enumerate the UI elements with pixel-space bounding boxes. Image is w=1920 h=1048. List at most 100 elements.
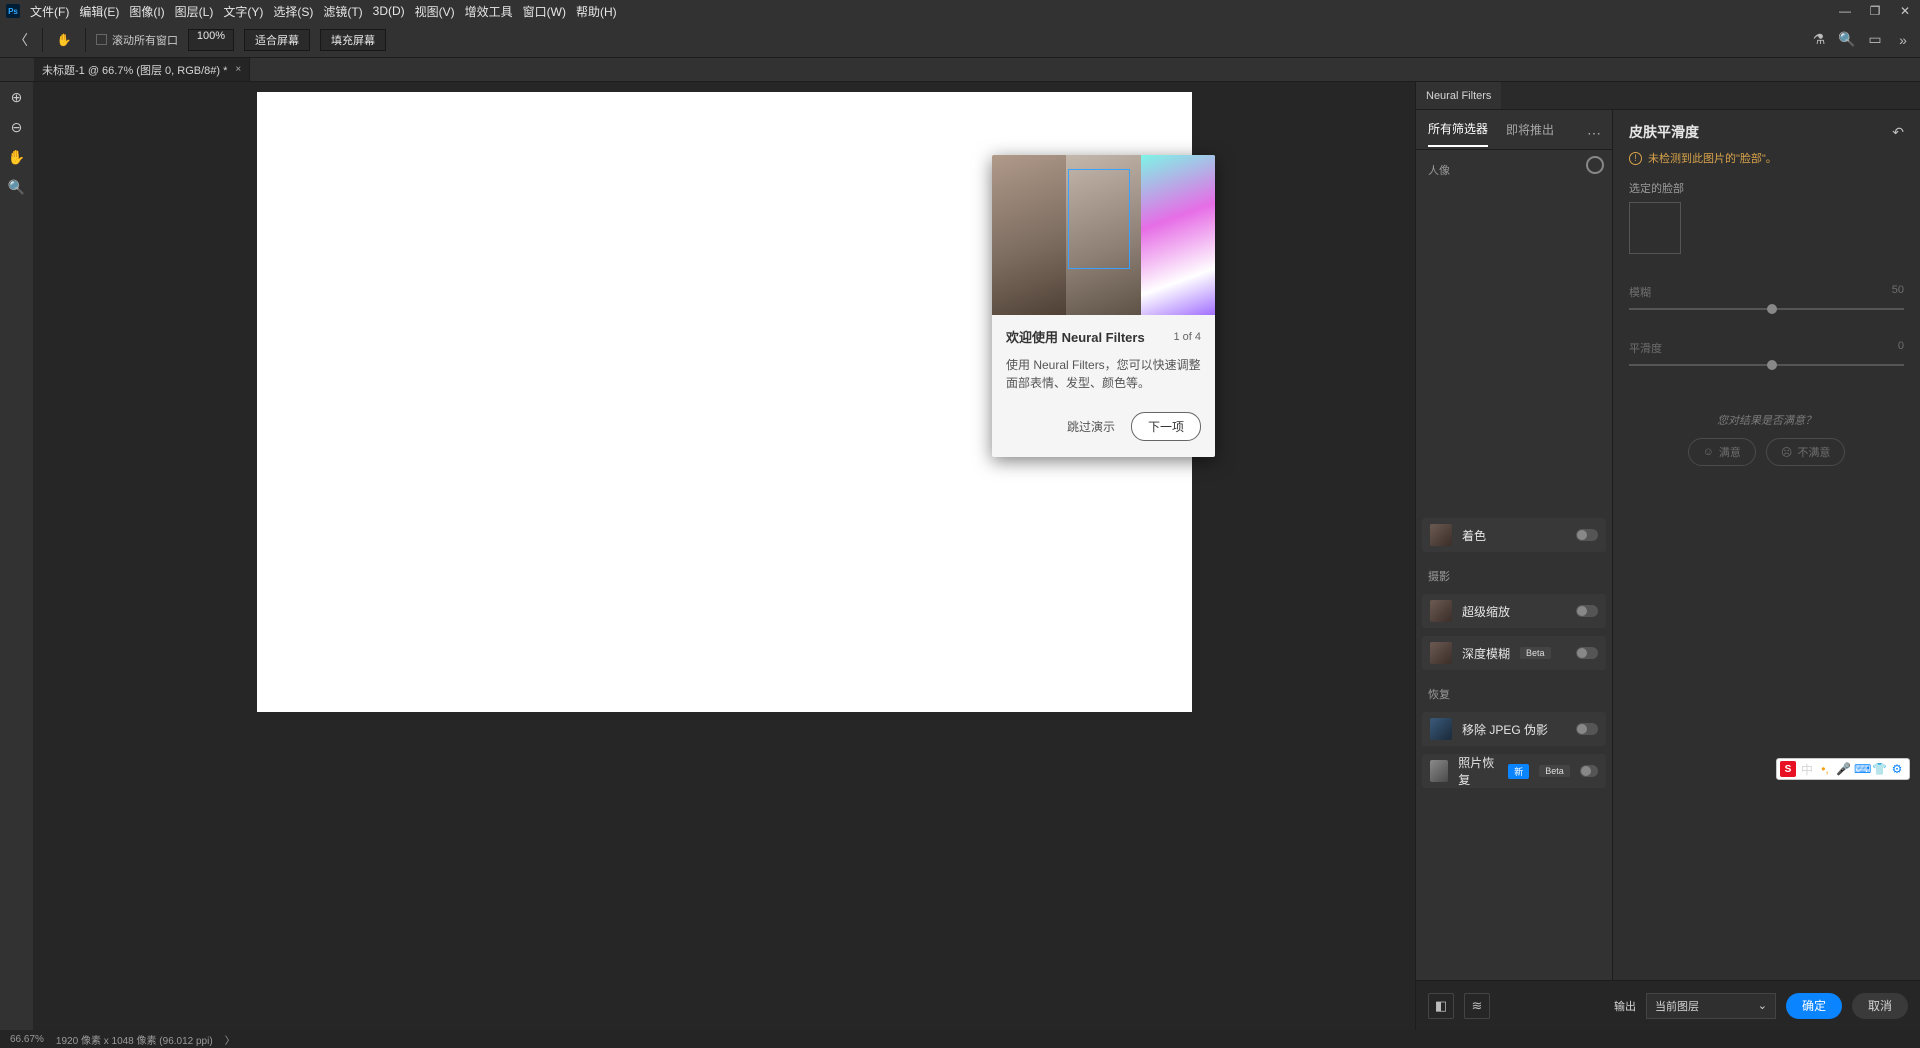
toggle-depth-blur[interactable] <box>1576 647 1598 659</box>
warning-text: 未检测到此图片的"脸部"。 <box>1648 150 1777 166</box>
filter-photo-restore[interactable]: 照片恢复 新 Beta <box>1422 754 1606 788</box>
neural-filters-panel: Neural Filters 所有筛选器 即将推出 ⋯ 人像 着色 <box>1415 82 1920 1030</box>
menu-window[interactable]: 窗口(W) <box>523 3 566 20</box>
panel-footer: ◧ ≋ 输出 当前图层 ⌄ 确定 取消 <box>1416 980 1920 1030</box>
hand-tool-icon[interactable]: ✋ <box>6 146 28 168</box>
menu-layer[interactable]: 图层(L) <box>175 3 214 20</box>
ime-skin-icon[interactable]: 👕 <box>1872 762 1886 776</box>
ime-voice-icon[interactable]: 🎤 <box>1836 762 1850 776</box>
hand-tool-icon[interactable]: ✋ <box>53 33 75 47</box>
fill-screen-button[interactable]: 填充屏幕 <box>320 29 386 51</box>
status-arrow-icon[interactable]: 〉 <box>225 1032 235 1047</box>
warning-icon: ! <box>1629 152 1642 165</box>
zoom-out-icon[interactable]: ⊖ <box>6 116 28 138</box>
slider-blur-value: 50 <box>1892 284 1904 300</box>
depthblur-thumb-icon <box>1430 642 1452 664</box>
menu-help[interactable]: 帮助(H) <box>576 3 617 20</box>
feedback-satisfied-button[interactable]: ☺ 满意 <box>1688 438 1756 466</box>
ime-keyboard-icon[interactable]: ⌨ <box>1854 762 1868 776</box>
output-select-value: 当前图层 <box>1655 998 1699 1014</box>
tour-image <box>992 155 1215 315</box>
layers-icon[interactable]: ≋ <box>1464 993 1490 1019</box>
status-zoom[interactable]: 66.67% <box>10 1034 44 1045</box>
filter-colorize[interactable]: 着色 <box>1422 518 1606 552</box>
panel-tab-neural-filters[interactable]: Neural Filters <box>1416 82 1501 109</box>
category-photo: 摄影 <box>1416 556 1612 590</box>
fit-screen-button[interactable]: 适合屏幕 <box>244 29 310 51</box>
zoom-percentage-input[interactable]: 100% <box>188 29 234 51</box>
status-doc-size[interactable]: 1920 像素 x 1048 像素 (96.012 ppi) <box>56 1032 213 1047</box>
window-maximize[interactable]: ❐ <box>1866 4 1884 18</box>
reset-icon[interactable]: ↶ <box>1892 124 1904 141</box>
menu-type[interactable]: 文字(Y) <box>223 3 263 20</box>
selected-face-label: 选定的脸部 <box>1629 180 1904 196</box>
ime-toolbox-icon[interactable]: ⚙ <box>1890 762 1904 776</box>
satisfied-label: 满意 <box>1719 444 1741 460</box>
scroll-all-windows-checkbox[interactable]: 滚动所有窗口 <box>96 32 178 48</box>
more-options-icon[interactable]: ⋯ <box>1587 125 1602 142</box>
document-tab[interactable]: 未标题-1 @ 66.7% (图层 0, RGB/8#) * × <box>34 58 250 81</box>
panel-collapse-icon[interactable]: » <box>1892 29 1914 51</box>
tab-coming-soon[interactable]: 即将推出 <box>1506 121 1554 146</box>
slider-smoothness[interactable] <box>1629 364 1904 366</box>
filter-settings-column: 皮肤平滑度 ↶ ! 未检测到此图片的"脸部"。 选定的脸部 模糊 50 <box>1613 110 1920 980</box>
menu-edit[interactable]: 编辑(E) <box>79 3 119 20</box>
slider-smooth-value: 0 <box>1898 340 1904 356</box>
menu-plugins[interactable]: 增效工具 <box>465 3 513 20</box>
output-select[interactable]: 当前图层 ⌄ <box>1646 993 1776 1019</box>
menu-view[interactable]: 视图(V) <box>415 3 455 20</box>
tab-all-filters[interactable]: 所有筛选器 <box>1428 120 1488 147</box>
options-bar: 〈 ✋ 滚动所有窗口 100% 适合屏幕 填充屏幕 ⚗ 🔍 ▭ » <box>0 22 1920 58</box>
ime-punct-icon[interactable]: •, <box>1818 762 1832 776</box>
welcome-tour-card: 欢迎使用 Neural Filters 1 of 4 使用 Neural Fil… <box>992 155 1215 457</box>
menu-image[interactable]: 图像(I) <box>129 3 164 20</box>
back-button[interactable]: 〈 <box>10 29 32 51</box>
before-after-icon[interactable]: ◧ <box>1428 993 1454 1019</box>
cancel-button[interactable]: 取消 <box>1852 993 1908 1019</box>
slider-blur[interactable] <box>1629 308 1904 310</box>
filter-toggle-ring[interactable] <box>1586 156 1604 174</box>
feedback-unsatisfied-button[interactable]: ☹ 不满意 <box>1766 438 1845 466</box>
window-minimize[interactable]: — <box>1836 4 1854 18</box>
workspace-switcher-icon[interactable]: ▭ <box>1864 29 1886 51</box>
jpeg-thumb-icon <box>1430 718 1452 740</box>
tour-skip-button[interactable]: 跳过演示 <box>1067 418 1115 435</box>
menu-file[interactable]: 文件(F) <box>30 3 69 20</box>
toggle-colorize[interactable] <box>1576 529 1598 541</box>
photorestore-thumb-icon <box>1430 760 1448 782</box>
ime-floating-bar[interactable]: S 中 •, 🎤 ⌨ 👕 ⚙ <box>1776 758 1910 780</box>
toggle-super-zoom[interactable] <box>1576 605 1598 617</box>
search-icon[interactable]: 🔍 <box>1836 29 1858 51</box>
document-tab-title: 未标题-1 @ 66.7% (图层 0, RGB/8#) * <box>42 62 227 78</box>
filter-depth-blur[interactable]: 深度模糊 Beta <box>1422 636 1606 670</box>
new-badge: 新 <box>1508 764 1529 779</box>
toggle-photo-restore[interactable] <box>1580 765 1598 777</box>
filter-label: 着色 <box>1462 527 1486 544</box>
beta-badge: Beta <box>1539 765 1570 777</box>
filter-super-zoom[interactable]: 超级缩放 <box>1422 594 1606 628</box>
ok-button[interactable]: 确定 <box>1786 993 1842 1019</box>
filter-label: 照片恢复 <box>1458 754 1498 788</box>
zoom-tool-icon[interactable]: 🔍 <box>6 176 28 198</box>
slider-smooth-label: 平滑度 <box>1629 340 1662 356</box>
face-preview-box[interactable] <box>1629 202 1681 254</box>
settings-title: 皮肤平滑度 <box>1629 122 1699 142</box>
tab-close-icon[interactable]: × <box>235 64 241 75</box>
menu-filter[interactable]: 滤镜(T) <box>323 3 362 20</box>
menu-3d[interactable]: 3D(D) <box>373 4 405 18</box>
filter-jpeg-artifacts[interactable]: 移除 JPEG 伪影 <box>1422 712 1606 746</box>
filter-label: 深度模糊 <box>1462 645 1510 662</box>
tour-next-button[interactable]: 下一项 <box>1131 412 1201 441</box>
filter-label: 移除 JPEG 伪影 <box>1462 721 1548 738</box>
filter-label: 超级缩放 <box>1462 603 1510 620</box>
zoom-in-icon[interactable]: ⊕ <box>6 86 28 108</box>
colorize-thumb-icon <box>1430 524 1452 546</box>
ime-lang[interactable]: 中 <box>1800 761 1814 778</box>
tour-counter: 1 of 4 <box>1173 331 1201 343</box>
left-toolbar: ⊕ ⊖ ✋ 🔍 <box>0 82 33 1030</box>
toggle-jpeg[interactable] <box>1576 723 1598 735</box>
beta-badge: Beta <box>1520 647 1551 659</box>
menu-select[interactable]: 选择(S) <box>273 3 313 20</box>
window-close[interactable]: ✕ <box>1896 4 1914 18</box>
share-icon[interactable]: ⚗ <box>1808 29 1830 51</box>
